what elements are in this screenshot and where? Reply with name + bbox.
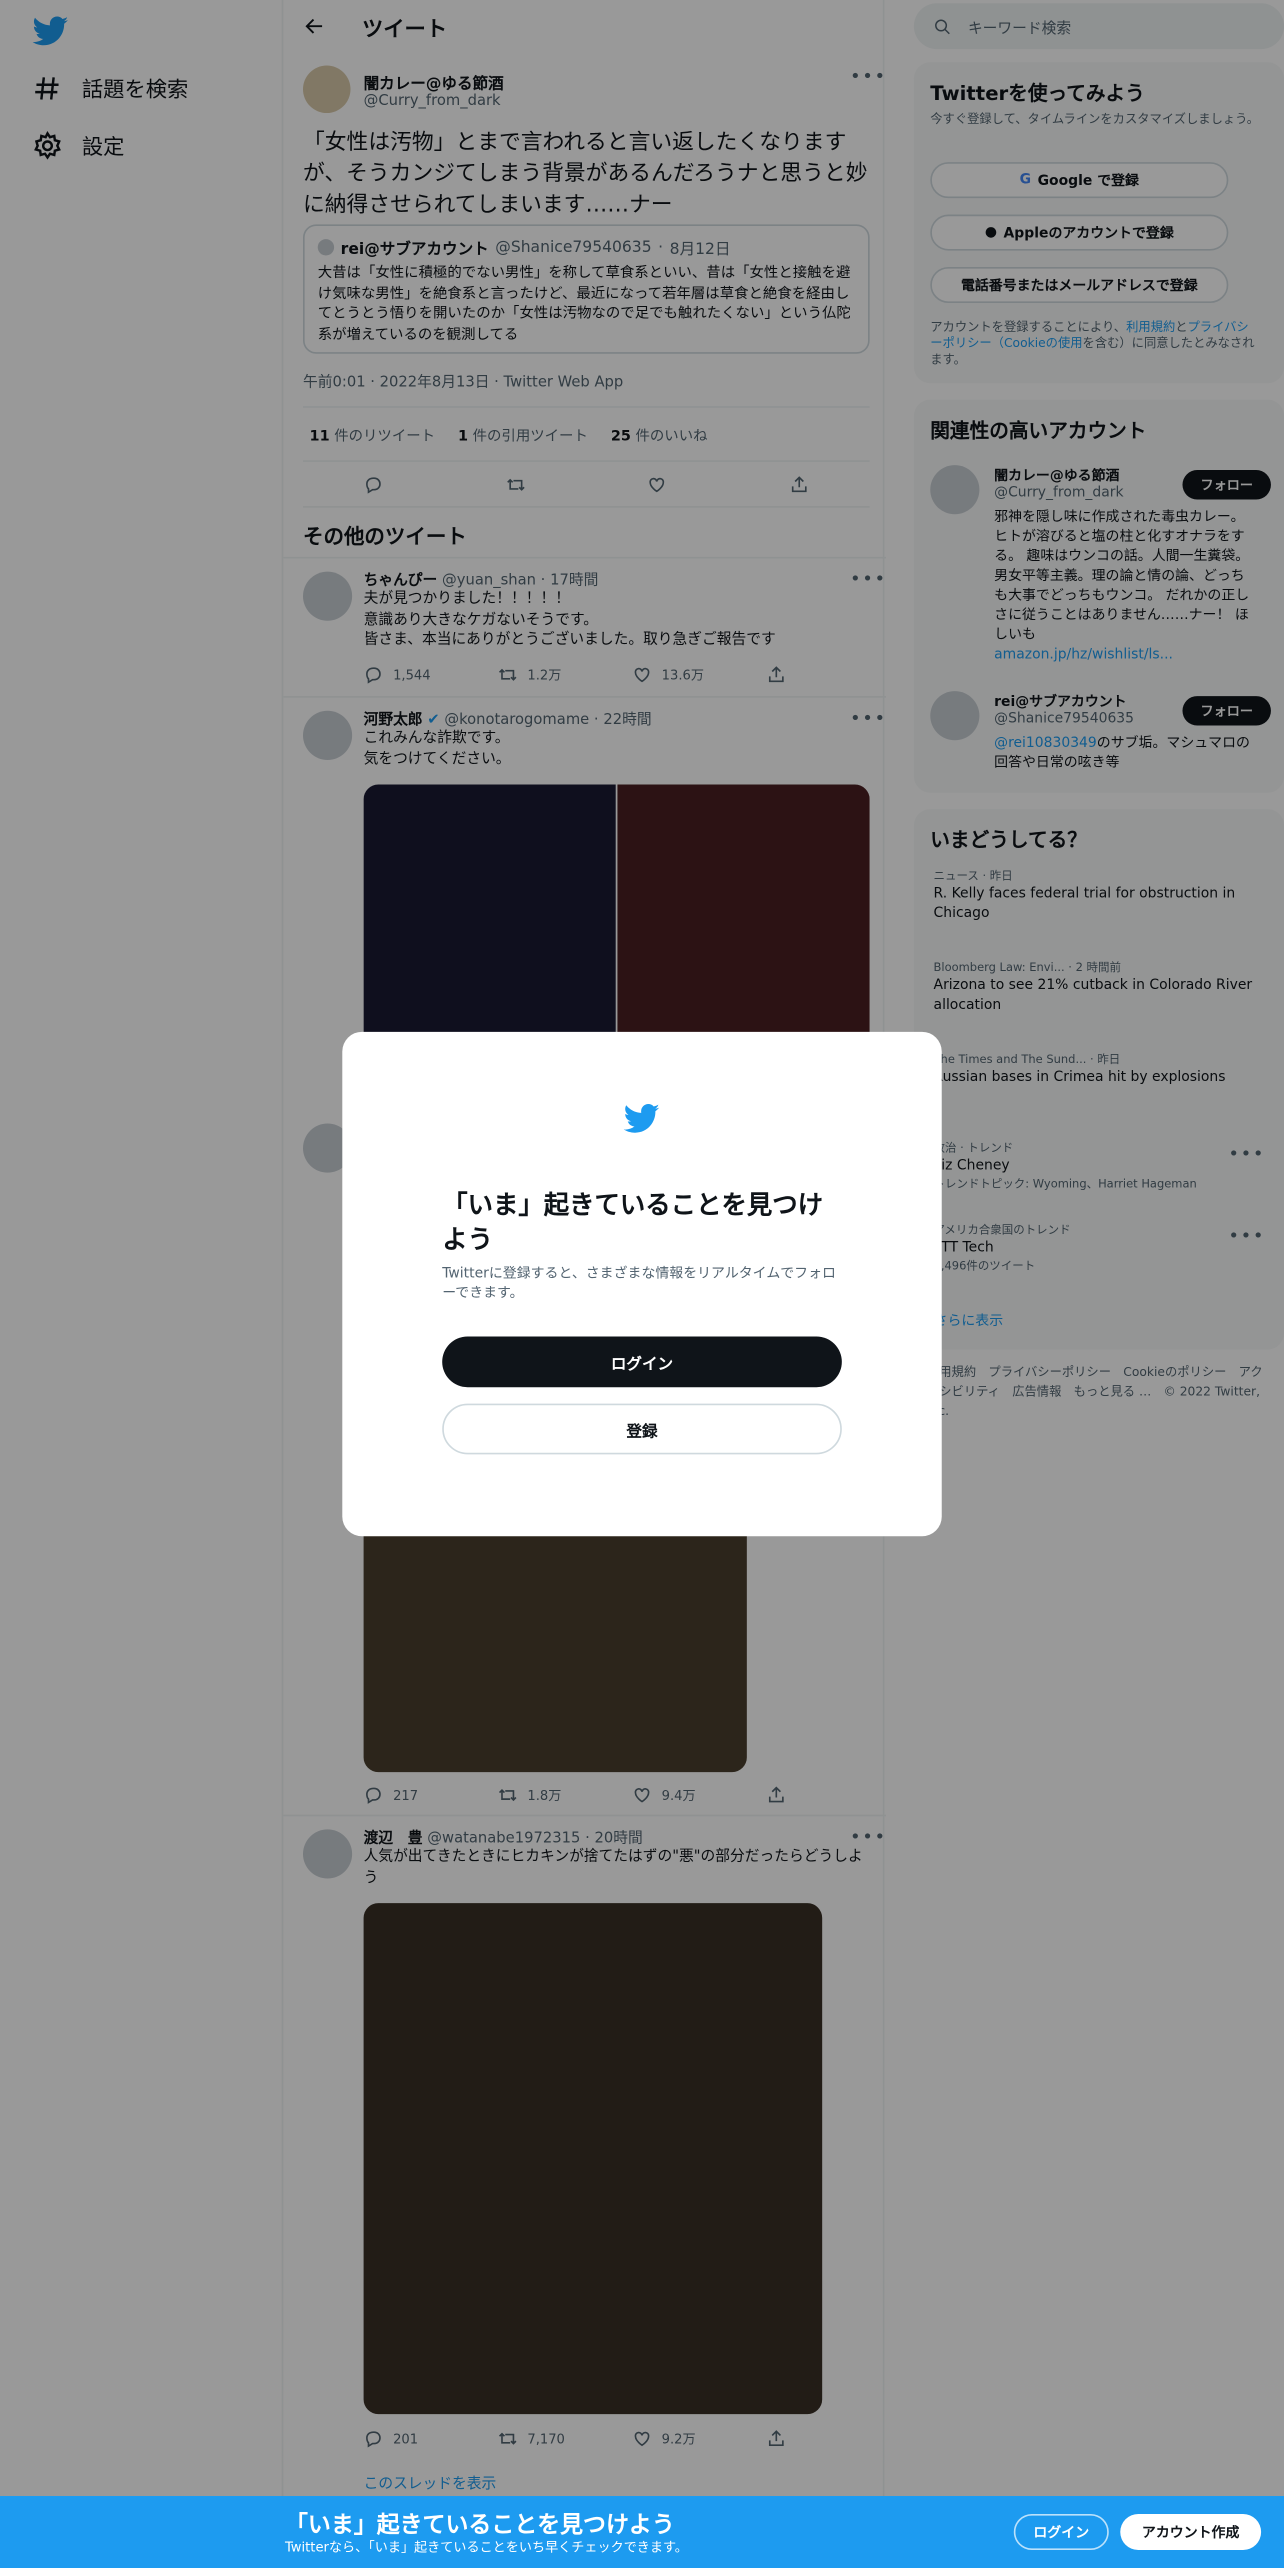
signup-modal: 「いま」起きていることを見つけよう Twitterに登録すると、さまざまな情報を… [342, 1031, 942, 1537]
bottom-bar-subtitle: Twitterなら、「いま」起きていることをいち早くチェックできます。 [284, 2540, 688, 2555]
signup-button[interactable]: 登録 [442, 1403, 842, 1455]
twitter-bird-icon [623, 1104, 660, 1133]
bottom-signup-bar: 「いま」起きていることを見つけよう Twitterなら、「いま」起きていることを… [0, 2496, 1284, 2568]
modal-subtitle: Twitterに登録すると、さまざまな情報をリアルタイムでフォローできます。 [442, 1266, 836, 1303]
login-button[interactable]: ログイン [442, 1336, 842, 1388]
bottom-bar-title: 「いま」起きていることを見つけよう [284, 2512, 675, 2539]
bottom-login-button[interactable]: ログイン [1013, 2514, 1109, 2551]
modal-title: 「いま」起きていることを見つけよう [442, 1190, 824, 1255]
create-account-button[interactable]: アカウント作成 [1120, 2514, 1262, 2551]
